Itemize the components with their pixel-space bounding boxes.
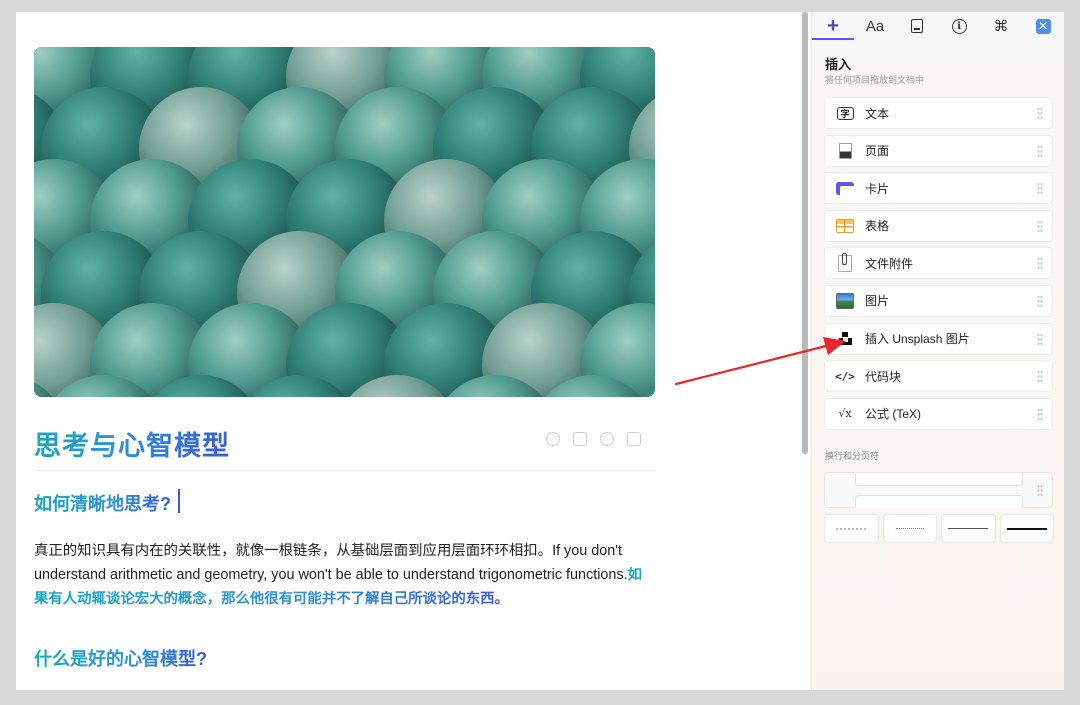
insert-thin-divider[interactable] [941, 514, 996, 543]
heading-clear-thinking[interactable]: 如何清晰地思考? [34, 490, 171, 516]
text-cursor [178, 489, 180, 513]
tab-text-style[interactable]: Aa [854, 12, 896, 40]
insert-item-label: 代码块 [865, 369, 902, 384]
insert-item-file-attachment[interactable]: 文件附件 [824, 247, 1053, 280]
drag-handle-icon[interactable] [1037, 407, 1043, 421]
insert-item-image[interactable]: 图片 [824, 284, 1053, 317]
card-icon [836, 179, 854, 197]
formula-icon: √x [838, 407, 852, 421]
insert-dotted-light-divider[interactable] [824, 514, 879, 543]
break-section-label: 换行和分页符 [825, 451, 880, 461]
insert-item-label: 文件附件 [865, 256, 914, 271]
panel-title: 插入 [825, 57, 852, 72]
drag-handle-icon[interactable] [1037, 219, 1043, 233]
command-icon: ⌘ [993, 17, 1009, 35]
editor-scrollbar[interactable] [802, 12, 808, 454]
cover-image[interactable] [34, 47, 655, 397]
panel-tabs: + Aa i ⌘ ✕ [812, 12, 1064, 40]
line-break-options [824, 514, 1054, 543]
insert-item-list: 字 文本 页面 卡片 表格 文件附件 图片 插入 Unsplash 图片 </>… [824, 97, 1053, 435]
cover-spheres-pattern [34, 47, 655, 397]
paragraph-text: 真正的知识具有内在的关联性，就像一根链条，从基础层面到应用层面环环相扣。If y… [34, 543, 628, 583]
insert-item-label: 文本 [865, 106, 890, 121]
dotted-line-icon [895, 528, 924, 529]
tab-info[interactable]: i [938, 12, 980, 40]
document-icon [911, 19, 923, 33]
insert-thick-divider[interactable] [999, 514, 1054, 543]
thick-line-icon [1006, 527, 1047, 530]
tab-document[interactable] [896, 12, 938, 40]
app-window: 思考与心智模型 如何清晰地思考? 真正的知识具有内在的关联性，就像一根链条，从基… [16, 12, 1064, 690]
insert-dotted-divider[interactable] [882, 514, 937, 543]
title-divider [34, 470, 655, 471]
code-icon: </> [835, 369, 855, 383]
text-icon: 字 [836, 104, 854, 122]
insert-page-break[interactable] [824, 472, 1053, 508]
title-toolbar [546, 432, 641, 446]
plus-icon: + [827, 15, 839, 37]
insert-item-code-block[interactable]: </> 代码块 [824, 360, 1053, 393]
insert-item-table[interactable]: 表格 [824, 209, 1053, 242]
insert-item-unsplash[interactable]: 插入 Unsplash 图片 [824, 322, 1053, 355]
scrollbar-thumb[interactable] [802, 12, 808, 454]
insert-item-label: 卡片 [865, 181, 890, 196]
drag-handle-icon[interactable] [1037, 107, 1043, 120]
insert-item-page[interactable]: 页面 [824, 134, 1053, 167]
drag-handle-icon[interactable] [1037, 144, 1043, 158]
table-icon [836, 217, 854, 235]
insert-item-label: 公式 (TeX) [865, 407, 922, 422]
add-block-icon[interactable] [573, 432, 587, 446]
share-icon[interactable] [600, 432, 614, 446]
close-icon: ✕ [1035, 18, 1051, 34]
page-break-top-sheet [855, 473, 1023, 486]
heading-good-mental-model[interactable]: 什么是好的心智模型? [34, 645, 207, 671]
insert-panel: + Aa i ⌘ ✕ 插入 将任何项目拖放到文档中 字 文本 页面 卡片 表格 … [811, 12, 1064, 690]
insert-item-card[interactable]: 卡片 [824, 172, 1053, 205]
document-editor[interactable]: 思考与心智模型 如何清晰地思考? 真正的知识具有内在的关联性，就像一根链条，从基… [16, 12, 810, 690]
thin-line-icon [948, 528, 989, 529]
drag-handle-icon[interactable] [1037, 484, 1043, 497]
panel-subtitle: 将任何项目拖放到文档中 [825, 75, 925, 85]
page-break-bottom-sheet [855, 495, 1023, 508]
insert-item-formula[interactable]: √x 公式 (TeX) [824, 397, 1053, 430]
drag-handle-icon[interactable] [1037, 294, 1043, 308]
drag-handle-icon[interactable] [1037, 370, 1043, 384]
tab-insert[interactable]: + [812, 12, 854, 40]
insert-item-label: 插入 Unsplash 图片 [865, 332, 970, 347]
insert-item-label: 表格 [865, 219, 890, 234]
drag-handle-icon[interactable] [1037, 257, 1043, 271]
text-style-icon: Aa [865, 17, 885, 35]
page-title[interactable]: 思考与心智模型 [34, 424, 230, 463]
unsplash-icon [836, 330, 854, 348]
file-attachment-icon [836, 252, 854, 272]
dotted-light-line-icon [836, 527, 867, 530]
drag-handle-icon[interactable] [1037, 182, 1043, 196]
tab-close[interactable]: ✕ [1022, 12, 1064, 40]
add-comment-icon[interactable] [546, 432, 560, 446]
more-icon[interactable] [627, 432, 641, 446]
insert-item-label: 图片 [865, 294, 890, 309]
tab-shortcuts[interactable]: ⌘ [980, 12, 1022, 40]
drag-handle-icon[interactable] [1037, 332, 1043, 346]
image-icon [836, 292, 854, 310]
info-icon: i [951, 18, 967, 34]
page-icon [836, 142, 854, 160]
insert-item-label: 页面 [865, 144, 890, 159]
insert-item-text[interactable]: 字 文本 [824, 97, 1053, 129]
body-paragraph[interactable]: 真正的知识具有内在的关联性，就像一根链条，从基础层面到应用层面环环相扣。If y… [34, 539, 654, 611]
